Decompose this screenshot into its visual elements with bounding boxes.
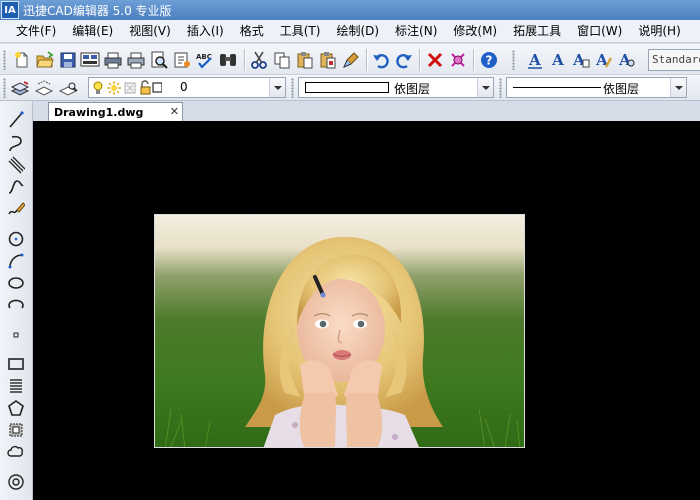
menu-window[interactable]: 窗口(W) — [569, 21, 630, 42]
layer-states-icon[interactable] — [58, 78, 78, 98]
layer-manager-icon[interactable] — [10, 78, 30, 98]
mtext-icon[interactable]: A — [548, 50, 568, 70]
drawing-canvas[interactable] — [33, 121, 700, 500]
toolbar-grip[interactable] — [512, 50, 515, 70]
multiline-icon[interactable] — [6, 155, 26, 175]
cut-icon[interactable] — [249, 50, 269, 70]
menu-edit[interactable]: 编辑(E) — [64, 21, 121, 42]
tab-drawing1[interactable]: Drawing1.dwg ✕ — [48, 102, 183, 121]
ellipse-arc-icon[interactable] — [6, 295, 26, 315]
tab-label: Drawing1.dwg — [54, 105, 144, 119]
toolbar-grip[interactable] — [291, 78, 294, 98]
arc-icon[interactable] — [6, 251, 26, 271]
menu-modify[interactable]: 修改(M) — [445, 21, 505, 42]
toolbar-separator — [244, 49, 245, 71]
linetype-sample — [513, 87, 601, 88]
redo-icon[interactable] — [394, 50, 414, 70]
paste-special-icon[interactable] — [318, 50, 338, 70]
text-style-combo[interactable]: Standard — [648, 49, 700, 71]
toolbar-grip[interactable] — [3, 78, 6, 98]
window-title: 迅捷CAD编辑器 5.0 专业版 — [23, 3, 172, 18]
app-logo-icon: IA — [1, 1, 19, 19]
sketch-icon[interactable] — [6, 199, 26, 219]
title-bar: IA 迅捷CAD编辑器 5.0 专业版 — [0, 0, 700, 20]
print-icon[interactable] — [103, 50, 123, 70]
erase-select-icon[interactable] — [448, 50, 468, 70]
open-icon[interactable] — [35, 50, 55, 70]
toolbar-separator — [419, 49, 420, 71]
revision-cloud-icon[interactable] — [6, 442, 26, 462]
inserted-raster-image[interactable] — [154, 214, 525, 448]
standard-toolbar: ABC ? A A A A A Standard — [0, 44, 700, 75]
document-tab-strip: Drawing1.dwg ✕ — [33, 101, 700, 121]
layer-combo-value: 0 — [180, 80, 188, 94]
rectangle-icon[interactable] — [6, 354, 26, 374]
menu-format[interactable]: 格式 — [232, 21, 272, 42]
delete-icon[interactable] — [425, 50, 445, 70]
text-find-icon[interactable]: A — [617, 50, 637, 70]
menu-view[interactable]: 视图(V) — [121, 21, 179, 42]
plot-icon[interactable] — [126, 50, 146, 70]
ellipse-icon[interactable] — [6, 273, 26, 293]
svg-text:?: ? — [486, 54, 493, 68]
linetype-combo[interactable]: 依图层 — [506, 77, 687, 98]
text-style-icon[interactable]: A — [594, 50, 614, 70]
polygon-icon[interactable] — [6, 398, 26, 418]
toolbar-separator — [366, 49, 367, 71]
layer-previous-icon[interactable] — [34, 78, 54, 98]
close-icon[interactable]: ✕ — [170, 105, 179, 118]
save-icon[interactable] — [58, 50, 78, 70]
help-icon[interactable]: ? — [479, 50, 499, 70]
linetype-combo-value: 依图层 — [603, 82, 640, 96]
svg-text:A: A — [528, 51, 541, 69]
paste-icon[interactable] — [295, 50, 315, 70]
match-properties-icon[interactable] — [341, 50, 361, 70]
text-icon[interactable]: A — [525, 50, 545, 70]
text-edit-icon[interactable]: A — [571, 50, 591, 70]
hatch-icon[interactable] — [6, 376, 26, 396]
menu-dimension[interactable]: 标注(N) — [387, 21, 445, 42]
publish-icon[interactable] — [172, 50, 192, 70]
menu-tools[interactable]: 工具(T) — [272, 21, 329, 42]
color-combo[interactable]: 依图层 — [298, 77, 494, 98]
spellcheck-icon[interactable]: ABC — [195, 50, 215, 70]
menu-bar: 文件(F) 编辑(E) 视图(V) 插入(I) 格式 工具(T) 绘制(D) 标… — [0, 20, 700, 43]
polyline-icon[interactable] — [6, 134, 26, 154]
find-icon[interactable] — [218, 50, 238, 70]
chevron-down-icon[interactable] — [269, 78, 285, 97]
menu-file[interactable]: 文件(F) — [8, 21, 64, 42]
svg-text:A: A — [551, 51, 564, 69]
toolbar-grip[interactable] — [499, 78, 502, 98]
draw-toolbar — [0, 101, 33, 500]
menu-help[interactable]: 说明(H) — [630, 21, 688, 42]
chevron-down-icon[interactable] — [477, 78, 493, 97]
toolbar-separator — [473, 49, 474, 71]
region-icon[interactable] — [6, 420, 26, 440]
properties-toolbar: 0 依图层 依图层 — [0, 75, 700, 101]
menu-insert[interactable]: 插入(I) — [179, 21, 232, 42]
preview-icon[interactable] — [149, 50, 169, 70]
menu-draw[interactable]: 绘制(D) — [328, 21, 387, 42]
color-swatch — [305, 82, 389, 93]
new-icon[interactable] — [12, 50, 32, 70]
donut-icon[interactable] — [6, 472, 26, 492]
save-as-icon[interactable] — [80, 50, 100, 70]
circle-icon[interactable] — [6, 229, 26, 249]
layer-combo[interactable]: 0 — [88, 77, 286, 98]
toolbar-grip[interactable] — [3, 50, 6, 70]
undo-icon[interactable] — [371, 50, 391, 70]
color-combo-value: 依图层 — [394, 82, 431, 96]
spline-icon[interactable] — [6, 177, 26, 197]
menu-extensions[interactable]: 拓展工具 — [505, 21, 569, 42]
point-icon[interactable] — [6, 325, 26, 345]
chevron-down-icon[interactable] — [670, 78, 686, 97]
line-icon[interactable] — [6, 110, 26, 130]
copy-icon[interactable] — [272, 50, 292, 70]
